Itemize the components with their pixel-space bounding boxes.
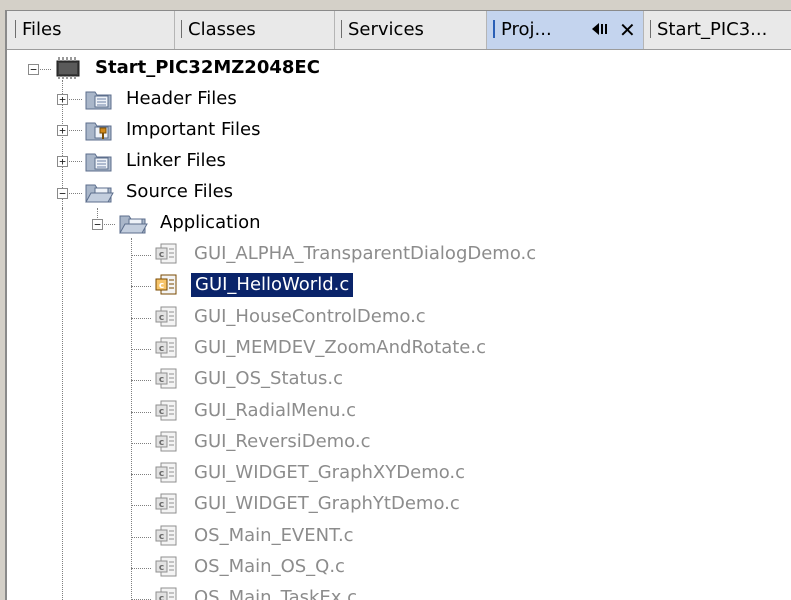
svg-text:c: c (159, 500, 164, 510)
svg-text:c: c (159, 438, 164, 448)
c-source-file-icon: c (155, 400, 177, 421)
tab-files[interactable]: Files (7, 11, 175, 49)
svg-text:c: c (159, 344, 164, 354)
tab-label: Services (348, 19, 424, 40)
project-tree: − Start_PIC32MZ2048EC + Header Files + I… (7, 50, 791, 600)
file-item[interactable]: GUI_RadialMenu.c (194, 399, 356, 423)
tree-connector (131, 537, 151, 538)
tree-connector (131, 505, 151, 506)
tree-connector (131, 238, 132, 600)
file-item[interactable]: GUI_ReversiDemo.c (194, 430, 371, 454)
tab-start-pic32[interactable]: Start_PIC3... (644, 11, 791, 49)
tree-connector (131, 568, 151, 569)
c-source-file-icon: c (155, 274, 177, 295)
svg-text:c: c (159, 407, 164, 417)
c-source-file-icon: c (155, 337, 177, 358)
svg-text:c: c (159, 532, 164, 542)
chip-project-icon (56, 57, 80, 79)
folder-icon (85, 91, 112, 110)
collapse-source-files-toggle[interactable]: − (57, 188, 68, 199)
tree-connector (131, 286, 151, 287)
close-tab-icon[interactable]: ✕ (619, 11, 636, 49)
svg-text:c: c (159, 250, 164, 260)
file-item[interactable]: OS_Main_TaskEx.c (194, 586, 357, 600)
collapse-root-toggle[interactable]: − (28, 64, 39, 75)
collapse-application-toggle[interactable]: − (92, 219, 103, 230)
expand-important-files-toggle[interactable]: + (57, 125, 68, 136)
c-source-file-icon: c (155, 556, 177, 577)
tree-connector (131, 474, 151, 475)
tab-label: Files (22, 19, 62, 40)
tab-services[interactable]: Services (335, 11, 487, 49)
tab-label: Classes (188, 19, 256, 40)
tree-connector (62, 208, 63, 600)
tree-connector (131, 318, 151, 319)
file-item[interactable]: GUI_WIDGET_GraphYtDemo.c (194, 492, 460, 516)
important-folder-icon (85, 122, 112, 141)
file-item[interactable]: OS_Main_EVENT.c (194, 524, 354, 548)
c-source-file-icon: c (155, 587, 177, 600)
folder-important-files[interactable]: Important Files (126, 118, 260, 142)
expand-header-files-toggle[interactable]: + (57, 94, 68, 105)
tree-connector (131, 255, 151, 256)
svg-text:c: c (159, 469, 164, 479)
folder-source-files[interactable]: Source Files (126, 180, 233, 204)
tab-classes[interactable]: Classes (175, 11, 335, 49)
file-item[interactable]: GUI_HouseControlDemo.c (194, 305, 426, 329)
tab-bar: Files Classes Services Proj... ✕ Start_P… (7, 11, 791, 50)
file-item[interactable]: GUI_WIDGET_GraphXYDemo.c (194, 461, 465, 485)
c-source-file-icon: c (155, 525, 177, 546)
folder-linker-files[interactable]: Linker Files (126, 149, 226, 173)
tree-connector (131, 443, 151, 444)
c-source-file-icon: c (155, 493, 177, 514)
file-item[interactable]: GUI_ALPHA_TransparentDialogDemo.c (194, 242, 536, 266)
open-folder-icon (85, 184, 114, 203)
svg-text:c: c (159, 313, 164, 323)
svg-text:c: c (159, 594, 164, 600)
c-source-file-icon: c (155, 306, 177, 327)
c-source-file-icon: c (155, 243, 177, 264)
tree-connector (131, 349, 151, 350)
svg-text:c: c (159, 375, 164, 385)
restore-window-icon[interactable] (591, 11, 609, 49)
tab-label: Start_PIC3... (657, 19, 768, 40)
svg-text:c: c (159, 563, 164, 573)
file-item[interactable]: OS_Main_OS_Q.c (194, 555, 345, 579)
c-source-file-icon: c (155, 368, 177, 389)
restore-window-icon-glyph (592, 23, 607, 35)
open-folder-icon (119, 215, 148, 234)
file-item[interactable]: GUI_OS_Status.c (194, 367, 343, 391)
folder-header-files[interactable]: Header Files (126, 87, 237, 111)
c-source-file-icon: c (155, 431, 177, 452)
tree-connector (131, 380, 151, 381)
file-item-selected[interactable]: GUI_HelloWorld.c (189, 272, 355, 298)
folder-icon (85, 153, 112, 172)
project-root-label[interactable]: Start_PIC32MZ2048EC (95, 56, 320, 80)
projects-panel: Files Classes Services Proj... ✕ Start_P… (5, 10, 791, 600)
file-item[interactable]: GUI_MEMDEV_ZoomAndRotate.c (194, 336, 486, 360)
expand-linker-files-toggle[interactable]: + (57, 156, 68, 167)
folder-application[interactable]: Application (160, 211, 261, 235)
tree-connector (131, 412, 151, 413)
tab-label: Proj... (501, 19, 552, 40)
c-source-file-icon: c (155, 462, 177, 483)
svg-text:c: c (159, 281, 164, 291)
